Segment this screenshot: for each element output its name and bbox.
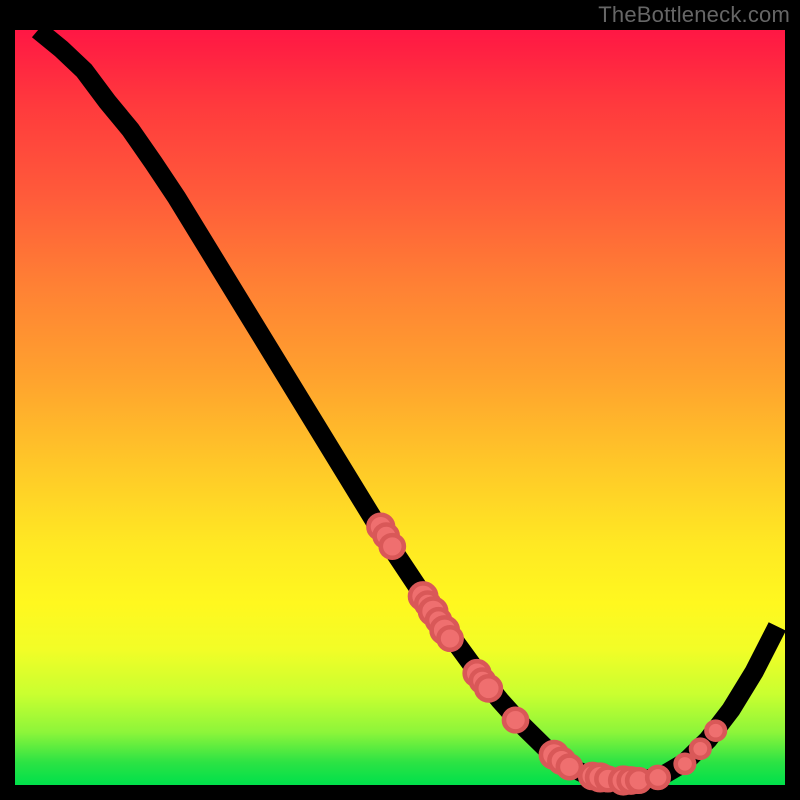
data-marker	[439, 627, 462, 650]
plot-area	[15, 30, 785, 785]
chart-svg	[15, 30, 785, 785]
data-marker	[691, 740, 709, 758]
chart-container: TheBottleneck.com	[0, 0, 800, 800]
data-marker	[558, 756, 581, 779]
data-marker	[504, 709, 527, 732]
bottleneck-curve	[38, 30, 777, 780]
data-marker	[647, 767, 669, 788]
attribution-label: TheBottleneck.com	[598, 2, 790, 28]
data-marker	[676, 755, 694, 773]
data-marker	[381, 535, 404, 558]
marker-group	[368, 515, 725, 794]
data-marker	[476, 676, 501, 700]
data-marker	[706, 722, 724, 740]
